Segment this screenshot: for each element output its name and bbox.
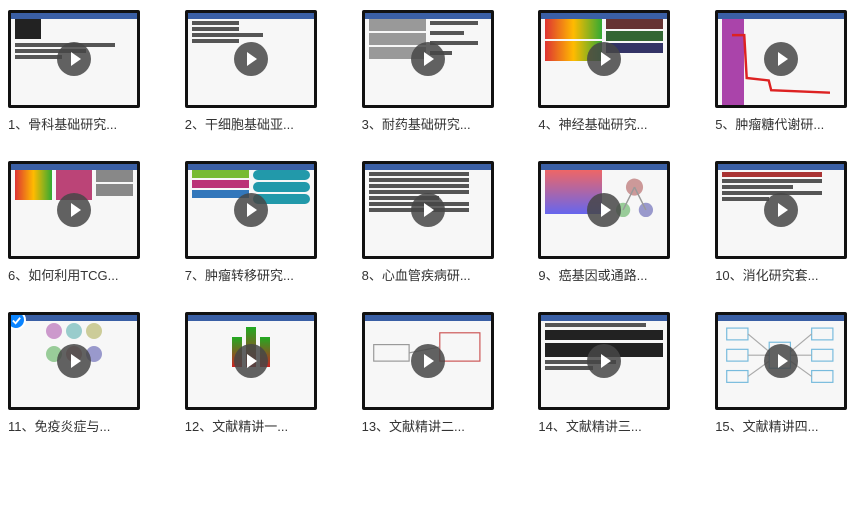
play-icon[interactable]	[57, 42, 91, 76]
video-item[interactable]: 6、如何利用TCG...	[8, 161, 149, 284]
video-item[interactable]: 15、文献精讲四...	[715, 312, 856, 435]
play-icon[interactable]	[587, 42, 621, 76]
video-thumbnail[interactable]	[715, 10, 847, 108]
video-thumbnail[interactable]	[185, 312, 317, 410]
video-item[interactable]: 1、骨科基础研究...	[8, 10, 149, 133]
video-thumbnail[interactable]	[715, 161, 847, 259]
video-thumbnail[interactable]	[185, 10, 317, 108]
video-label: 11、免疫炎症与...	[8, 416, 110, 435]
video-label: 4、神经基础研究...	[538, 114, 647, 133]
video-item[interactable]: 12、文献精讲一...	[185, 312, 326, 435]
video-label: 9、癌基因或通路...	[538, 265, 647, 284]
video-thumbnail[interactable]	[538, 161, 670, 259]
play-icon[interactable]	[764, 42, 798, 76]
video-item[interactable]: 3、耐药基础研究...	[362, 10, 503, 133]
video-label: 3、耐药基础研究...	[362, 114, 471, 133]
video-item[interactable]: 11、免疫炎症与...	[8, 312, 149, 435]
video-item[interactable]: 2、干细胞基础亚...	[185, 10, 326, 133]
video-item[interactable]: 8、心血管疾病研...	[362, 161, 503, 284]
video-item[interactable]: 13、文献精讲二...	[362, 312, 503, 435]
video-thumbnail[interactable]	[362, 10, 494, 108]
video-label: 7、肿瘤转移研究...	[185, 265, 294, 284]
video-label: 6、如何利用TCG...	[8, 265, 119, 284]
video-label: 5、肿瘤糖代谢研...	[715, 114, 824, 133]
video-thumbnail[interactable]	[185, 161, 317, 259]
video-thumbnail[interactable]	[538, 312, 670, 410]
video-label: 1、骨科基础研究...	[8, 114, 117, 133]
video-label: 15、文献精讲四...	[715, 416, 818, 435]
video-thumbnail[interactable]	[538, 10, 670, 108]
video-thumbnail[interactable]	[8, 312, 140, 410]
play-icon[interactable]	[411, 193, 445, 227]
video-thumbnail[interactable]	[8, 10, 140, 108]
video-item[interactable]: 7、肿瘤转移研究...	[185, 161, 326, 284]
video-label: 2、干细胞基础亚...	[185, 114, 294, 133]
video-thumbnail[interactable]	[8, 161, 140, 259]
play-icon[interactable]	[234, 42, 268, 76]
play-icon[interactable]	[234, 344, 268, 378]
play-icon[interactable]	[764, 193, 798, 227]
video-label: 10、消化研究套...	[715, 265, 818, 284]
play-icon[interactable]	[57, 193, 91, 227]
video-label: 14、文献精讲三...	[538, 416, 641, 435]
video-item[interactable]: 9、癌基因或通路...	[538, 161, 679, 284]
video-item[interactable]: 4、神经基础研究...	[538, 10, 679, 133]
video-label: 8、心血管疾病研...	[362, 265, 471, 284]
video-thumbnail[interactable]	[362, 161, 494, 259]
video-item[interactable]: 5、肿瘤糖代谢研...	[715, 10, 856, 133]
play-icon[interactable]	[57, 344, 91, 378]
video-item[interactable]: 10、消化研究套...	[715, 161, 856, 284]
play-icon[interactable]	[587, 193, 621, 227]
video-thumbnail[interactable]	[715, 312, 847, 410]
video-thumbnail[interactable]	[362, 312, 494, 410]
play-icon[interactable]	[587, 344, 621, 378]
video-label: 13、文献精讲二...	[362, 416, 465, 435]
video-item[interactable]: 14、文献精讲三...	[538, 312, 679, 435]
video-grid: 1、骨科基础研究... 2、干细胞基础亚... 3、耐药基础研究...	[8, 10, 856, 435]
play-icon[interactable]	[234, 193, 268, 227]
video-label: 12、文献精讲一...	[185, 416, 288, 435]
play-icon[interactable]	[411, 42, 445, 76]
play-icon[interactable]	[411, 344, 445, 378]
play-icon[interactable]	[764, 344, 798, 378]
